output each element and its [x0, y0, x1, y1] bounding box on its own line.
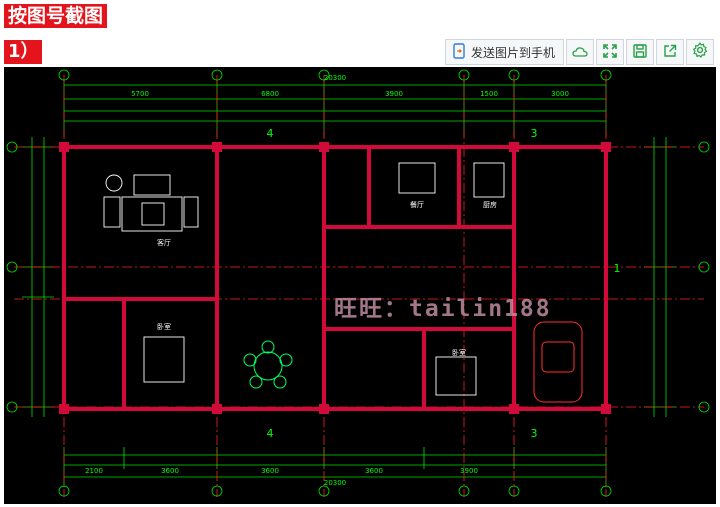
- watermark: 旺旺：tailin188: [334, 296, 552, 322]
- room-label-kitchen: 厨房: [483, 200, 497, 209]
- floor-plan-drawing: 20300 20300 5700 6800 3900 1500 3000 210…: [6, 69, 710, 497]
- expand-icon: [603, 43, 617, 62]
- image-toolbar: 发送图片到手机: [444, 39, 714, 67]
- phone-send-icon: [452, 42, 466, 62]
- grid-marker-label: 4: [267, 427, 274, 440]
- bottom-dimension: 3600: [161, 467, 179, 475]
- top-dimension: 6800: [261, 90, 279, 98]
- save-icon: [633, 43, 647, 62]
- cloud-button[interactable]: [566, 39, 594, 65]
- top-dimension: 3900: [385, 90, 403, 98]
- send-to-phone-label: 发送图片到手机: [470, 45, 555, 60]
- cloud-icon: [572, 43, 588, 62]
- share-button[interactable]: [656, 39, 684, 65]
- step-label: 1）: [4, 40, 42, 64]
- send-to-phone-button[interactable]: 发送图片到手机: [444, 39, 564, 65]
- room-label-dining: 餐厅: [410, 200, 424, 209]
- bottom-dimension: 3600: [365, 467, 383, 475]
- grid-marker-label: 3: [531, 127, 538, 140]
- save-button[interactable]: [626, 39, 654, 65]
- settings-button[interactable]: [686, 39, 714, 65]
- top-dimension: 1500: [480, 90, 498, 98]
- round-table-icon: [243, 340, 293, 389]
- page-title: 按图号截图: [4, 4, 108, 28]
- room-label-living: 客厅: [157, 238, 171, 247]
- grid-marker-label: 3: [531, 427, 538, 440]
- expand-button[interactable]: [596, 39, 624, 65]
- bottom-dimension: 2100: [85, 467, 103, 475]
- room-label-bedroom: 卧室: [452, 348, 466, 357]
- grid-marker-label: 4: [267, 127, 274, 140]
- room-label-bedroom: 卧室: [157, 322, 171, 331]
- bottom-dimension: 3600: [261, 467, 279, 475]
- top-dimension: 3000: [551, 90, 569, 98]
- bottom-total-dimension: 20300: [324, 479, 346, 487]
- top-dimension: 5700: [131, 90, 149, 98]
- gear-icon: [692, 42, 708, 62]
- share-icon: [663, 43, 677, 62]
- cad-drawing-viewer[interactable]: 20300 20300 5700 6800 3900 1500 3000 210…: [4, 67, 716, 504]
- top-total-dimension: 20300: [324, 74, 346, 82]
- bottom-dimension: 3900: [460, 467, 478, 475]
- grid-marker-label: 1: [614, 262, 621, 275]
